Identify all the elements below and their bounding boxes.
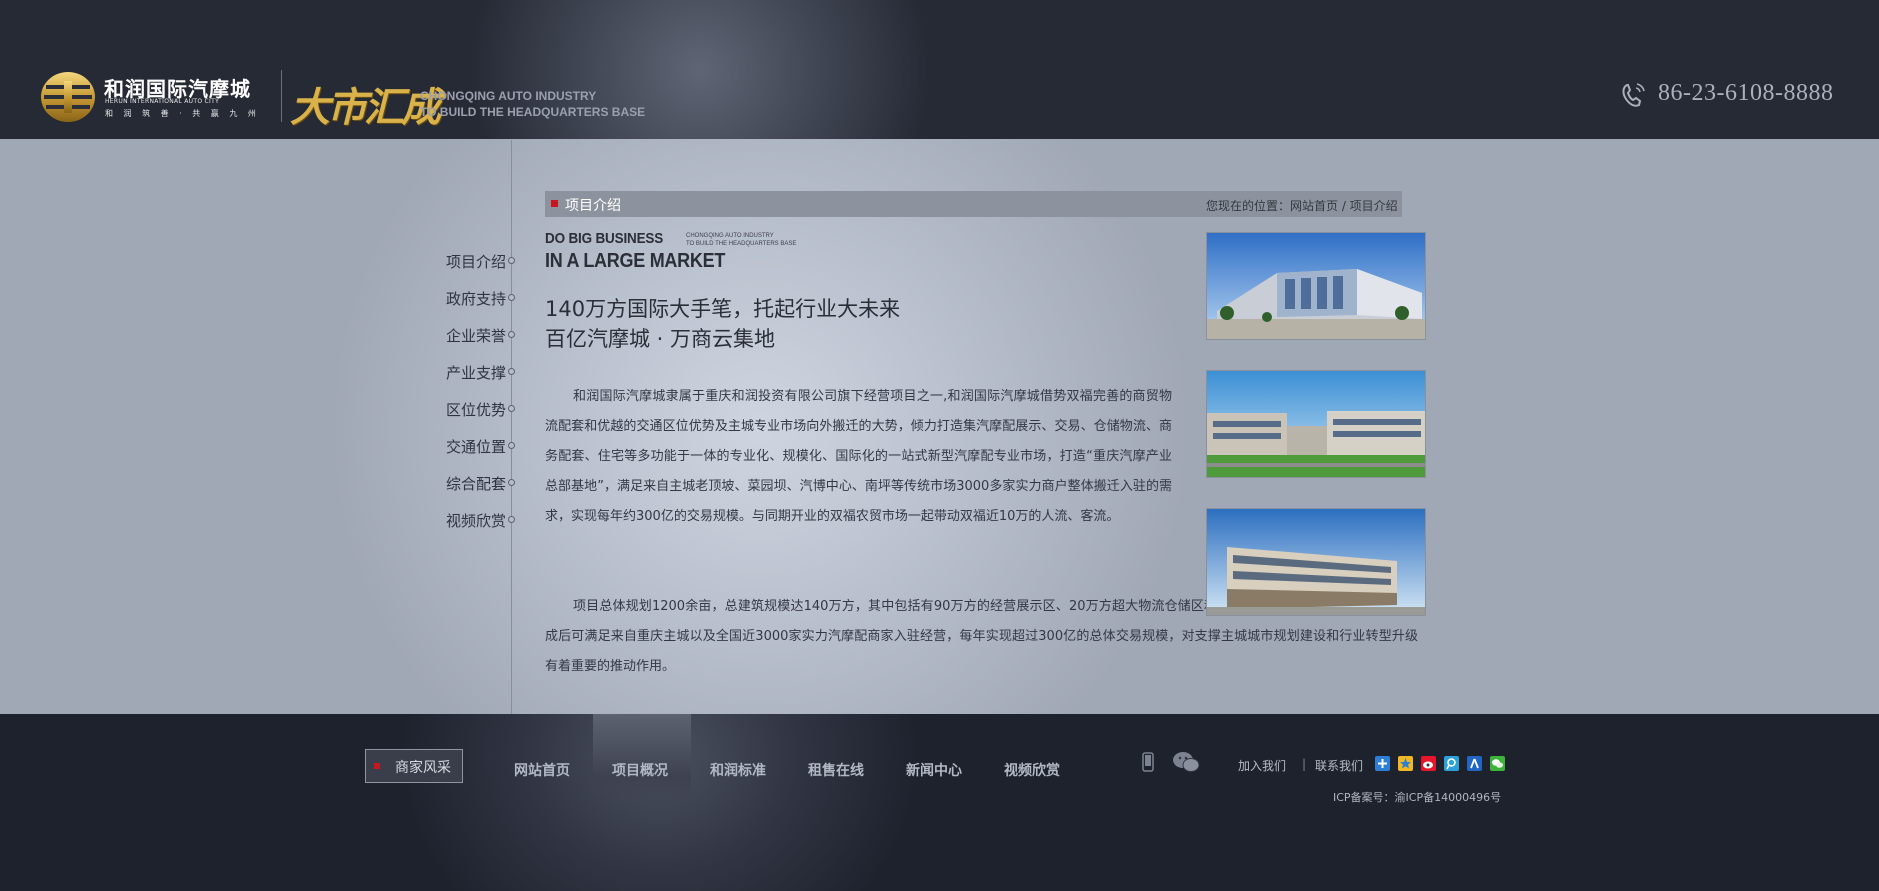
nav-active-highlight — [593, 714, 691, 804]
sidebar-item-project-intro[interactable]: 项目介绍 — [400, 251, 506, 272]
nav-videos[interactable]: 视频欣赏 — [1004, 760, 1060, 780]
headline: 140万方国际大手笔，托起行业大未来 百亿汽摩城 · 万商云集地 — [545, 294, 900, 354]
sidebar-dot — [508, 257, 515, 264]
brand-english-tagline: CHONGQING AUTO INDUSTRY TO BUILD THE HEA… — [420, 88, 645, 120]
en-small-tagline: CHONGQING AUTO INDUSTRY TO BUILD THE HEA… — [686, 232, 796, 248]
mobile-icon[interactable] — [1142, 752, 1154, 772]
qzone-plus-icon[interactable] — [1375, 756, 1390, 771]
sidebar-divider-line — [511, 140, 512, 715]
en-title-line1: DO BIG BUSINESS — [545, 230, 664, 247]
sidebar-dot — [508, 442, 515, 449]
en-title-line2: IN A LARGE MARKET — [545, 250, 726, 272]
wechat-share-icon[interactable] — [1490, 756, 1505, 771]
section-title: 项目介绍 — [565, 198, 621, 214]
logo-english-name: HERUN INTERNATIONAL AUTO CITY — [105, 98, 220, 105]
breadcrumb: 您现在的位置：网站首页 / 项目介绍 — [1206, 199, 1398, 213]
brand-calligraphy: 大市汇成 — [290, 84, 441, 131]
sidebar-item-videos[interactable]: 视频欣赏 — [400, 510, 506, 531]
qzone-star-icon[interactable] — [1398, 756, 1413, 771]
nav-rent-sale[interactable]: 租售在线 — [808, 760, 864, 780]
sidebar-item-industry-support[interactable]: 产业支撑 — [400, 362, 506, 383]
project-photo-3 — [1206, 508, 1426, 616]
merchant-showcase-button[interactable]: 商家风采 — [365, 749, 463, 783]
renren-icon[interactable] — [1467, 756, 1482, 771]
sidebar-dot — [508, 479, 515, 486]
sidebar-dot — [508, 368, 515, 375]
headline-line1: 140万方国际大手笔，托起行业大未来 — [545, 297, 901, 321]
phone-number: 86-23-6108-8888 — [1658, 80, 1834, 106]
en-small-line1: CHONGQING AUTO INDUSTRY — [686, 233, 774, 239]
sidebar-item-government-support[interactable]: 政府支持 — [400, 288, 506, 309]
title-marker-icon — [551, 200, 558, 207]
sidebar-item-location-advantage[interactable]: 区位优势 — [400, 399, 506, 420]
footer-separator: | — [1302, 757, 1307, 771]
building-image — [1207, 371, 1425, 477]
sidebar-item-honors[interactable]: 企业荣誉 — [400, 325, 506, 346]
header-divider — [281, 70, 282, 122]
sidebar-dot — [508, 516, 515, 523]
building-image — [1207, 233, 1425, 339]
tencent-weibo-icon[interactable] — [1444, 756, 1459, 771]
nav-news[interactable]: 新闻中心 — [906, 760, 962, 780]
icp-record: ICP备案号：渝ICP备14000496号 — [1333, 791, 1502, 804]
sidebar-item-traffic[interactable]: 交通位置 — [400, 436, 506, 457]
contact-us-link[interactable]: 联系我们 — [1315, 757, 1363, 774]
en-small-line2: TO BUILD THE HEADQUARTERS BASE — [686, 241, 797, 247]
wechat-icon[interactable] — [1172, 750, 1200, 774]
site-footer — [0, 714, 1879, 891]
site-header: 和润国际汽摩城 HERUN INTERNATIONAL AUTO CITY 和 … — [0, 0, 1879, 139]
phone-icon — [1622, 83, 1645, 107]
building-image — [1207, 509, 1425, 615]
sidebar-item-facilities[interactable]: 综合配套 — [400, 473, 506, 494]
logo-slogan: 和 润 筑 善 · 共 赢 九 州 — [105, 109, 260, 118]
sidebar-dot — [508, 331, 515, 338]
project-photo-1 — [1206, 232, 1426, 340]
join-us-link[interactable]: 加入我们 — [1238, 757, 1286, 774]
merchant-marker-icon — [374, 763, 380, 769]
nav-project-overview[interactable]: 项目概况 — [612, 760, 668, 780]
intro-paragraph-1: 和润国际汽摩城隶属于重庆和润投资有限公司旗下经营项目之一,和润国际汽摩城借势双福… — [545, 389, 1172, 524]
brand-en-line2: TO BUILD THE HEADQUARTERS BASE — [420, 105, 646, 119]
sidebar-dot — [508, 294, 515, 301]
merchant-button-label: 商家风采 — [395, 760, 451, 776]
brand-en-line1: CHONGQING AUTO INDUSTRY — [420, 89, 597, 103]
nav-herun-standard[interactable]: 和润标准 — [710, 760, 766, 780]
sidebar-dot — [508, 405, 515, 412]
weibo-icon[interactable] — [1421, 756, 1436, 771]
nav-home[interactable]: 网站首页 — [514, 760, 570, 780]
herun-logo-icon[interactable] — [40, 71, 96, 123]
project-photo-2 — [1206, 370, 1426, 478]
headline-line2: 百亿汽摩城 · 万商云集地 — [545, 327, 776, 351]
